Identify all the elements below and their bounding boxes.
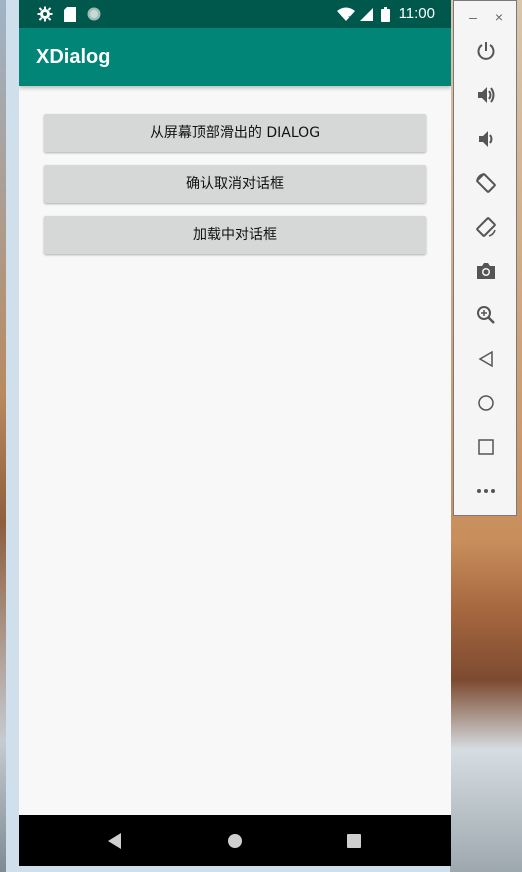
close-button[interactable]: ×: [491, 9, 507, 25]
recents-icon[interactable]: [324, 815, 384, 866]
minimize-button[interactable]: –: [465, 9, 481, 25]
circle-icon: [85, 0, 103, 28]
volume-up-icon[interactable]: [470, 79, 502, 111]
overview-icon[interactable]: [470, 431, 502, 463]
wifi-icon: x: [335, 0, 357, 28]
battery-icon: [378, 0, 392, 28]
rotate-right-icon[interactable]: [470, 211, 502, 243]
zoom-icon[interactable]: [470, 299, 502, 331]
signal-icon: [358, 0, 374, 28]
status-time: 11:00: [398, 5, 435, 22]
settings-icon: [35, 0, 55, 28]
more-icon[interactable]: [470, 475, 502, 507]
power-icon[interactable]: [470, 35, 502, 67]
back-icon[interactable]: [85, 815, 145, 866]
app-title: XDialog: [36, 46, 111, 68]
navigation-bar: [19, 815, 451, 866]
sd-card-icon: [62, 0, 78, 28]
status-bar: x 11:00: [19, 0, 451, 28]
confirm-cancel-dialog-button[interactable]: 确认取消对话框: [44, 165, 426, 203]
rotate-left-icon[interactable]: [470, 167, 502, 199]
phone-screen: x 11:00 XDialog 从屏幕顶部滑出的 DIALOG 确认取消对话框 …: [19, 0, 451, 866]
top-slide-dialog-button[interactable]: 从屏幕顶部滑出的 DIALOG: [44, 114, 426, 152]
emulator-device-frame: x 11:00 XDialog 从屏幕顶部滑出的 DIALOG 确认取消对话框 …: [6, 0, 451, 872]
app-toolbar: XDialog: [19, 28, 451, 86]
svg-text:x: x: [348, 14, 352, 21]
loading-dialog-button[interactable]: 加载中对话框: [44, 216, 426, 254]
camera-icon[interactable]: [470, 255, 502, 287]
home-icon[interactable]: [470, 387, 502, 419]
back-icon[interactable]: [470, 343, 502, 375]
emulator-toolbar: – ×: [453, 0, 517, 516]
volume-down-icon[interactable]: [470, 123, 502, 155]
home-icon[interactable]: [205, 815, 265, 866]
